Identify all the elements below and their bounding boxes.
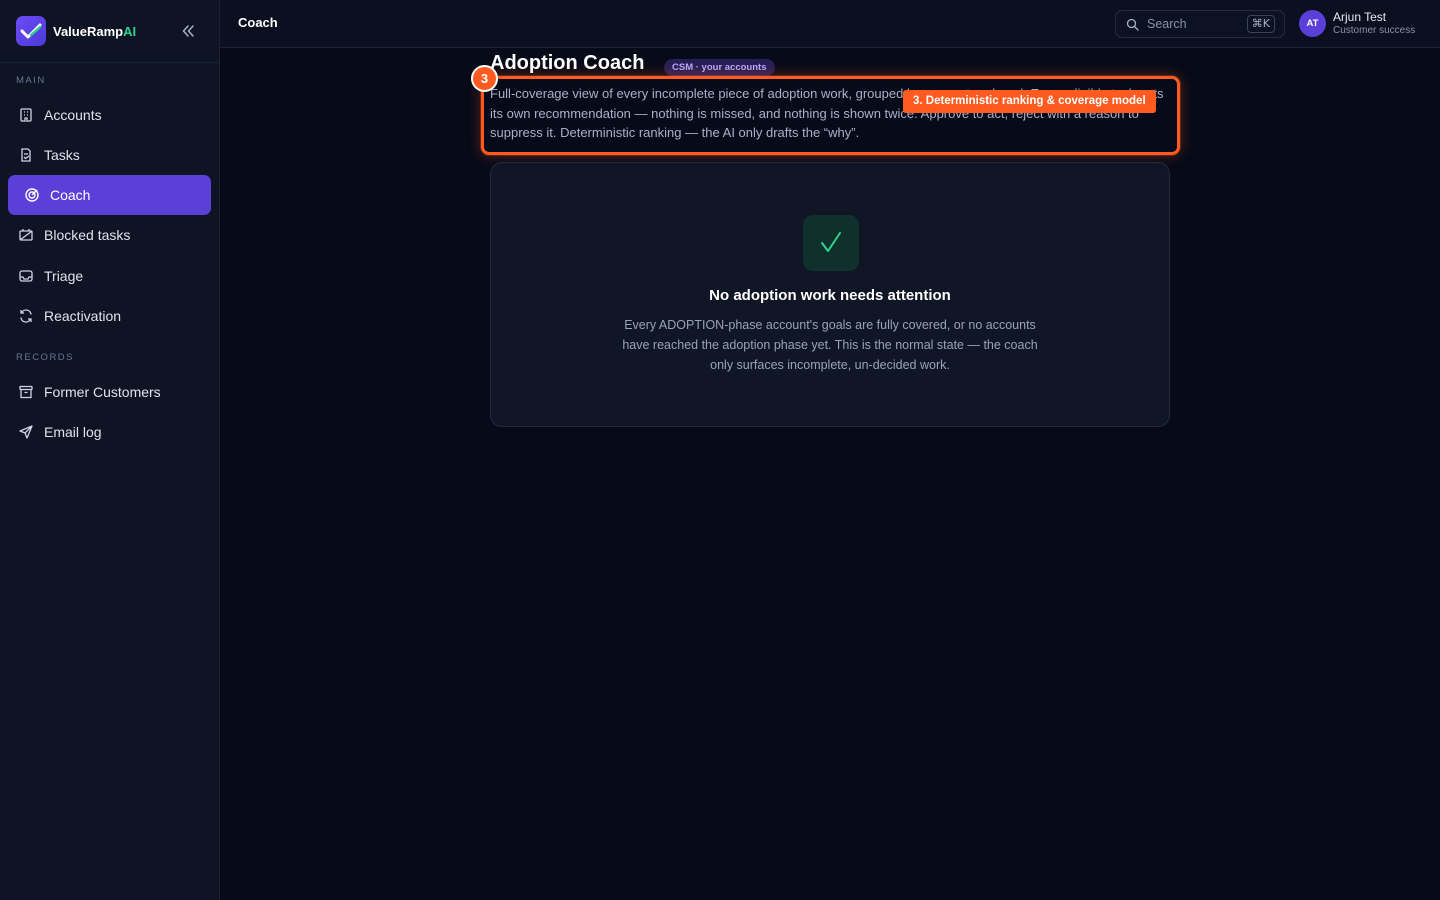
sidebar-item-reactivation[interactable]: Reactivation xyxy=(8,297,211,335)
sidebar-item-label: Former Customers xyxy=(44,384,161,400)
sidebar-item-label: Email log xyxy=(44,424,102,440)
sidebar-item-blocked-tasks[interactable]: Blocked tasks xyxy=(8,216,211,254)
empty-state-title: No adoption work needs attention xyxy=(709,287,951,304)
page-title: Adoption Coach xyxy=(490,52,645,74)
avatar[interactable]: AT xyxy=(1299,10,1326,37)
search-input[interactable]: Search ⌘K xyxy=(1115,10,1285,38)
sidebar-item-label: Tasks xyxy=(44,147,80,163)
target-icon xyxy=(24,187,40,203)
user-name[interactable]: Arjun Test xyxy=(1333,10,1386,24)
sidebar-item-triage[interactable]: Triage xyxy=(8,257,211,295)
brand-name-main: ValueRamp xyxy=(53,23,124,39)
brand-name: ValueRampAI xyxy=(53,24,136,39)
search-shortcut: ⌘K xyxy=(1246,15,1275,33)
logo-icon[interactable] xyxy=(16,16,46,46)
annotation-step-marker: 3 xyxy=(471,65,498,92)
sidebar: ValueRampAI MAIN Accounts Tasks Coach Bl… xyxy=(0,0,220,900)
blocked-icon xyxy=(18,227,34,243)
collapse-sidebar-button[interactable] xyxy=(179,22,197,40)
section-label-records: RECORDS xyxy=(16,352,75,363)
search-icon xyxy=(1126,18,1139,31)
building-icon xyxy=(18,107,34,123)
sidebar-item-former-customers[interactable]: Former Customers xyxy=(8,373,211,411)
scope-badge: CSM · your accounts xyxy=(664,59,775,76)
inbox-icon xyxy=(18,268,34,284)
send-icon xyxy=(18,424,34,440)
sidebar-item-coach[interactable]: Coach xyxy=(8,175,211,215)
empty-state-body: Every ADOPTION-phase account's goals are… xyxy=(622,318,1038,372)
section-label-main: MAIN xyxy=(16,75,46,86)
search-placeholder: Search xyxy=(1147,17,1187,31)
check-icon xyxy=(803,215,859,271)
refresh-icon xyxy=(18,308,34,324)
sidebar-item-tasks[interactable]: Tasks xyxy=(8,136,211,174)
sidebar-item-label: Accounts xyxy=(44,107,102,123)
sidebar-item-email-log[interactable]: Email log xyxy=(8,413,211,451)
sidebar-item-label: Reactivation xyxy=(44,308,122,324)
sidebar-item-label: Coach xyxy=(50,187,91,203)
sidebar-item-accounts[interactable]: Accounts xyxy=(8,96,211,134)
chevrons-left-icon xyxy=(182,25,194,37)
user-role: Customer success xyxy=(1333,25,1416,36)
brand: ValueRampAI xyxy=(0,0,219,63)
breadcrumb: Coach xyxy=(238,15,278,30)
topbar: Coach Search ⌘K AT Arjun Test Customer s… xyxy=(220,0,1440,48)
brand-name-accent: AI xyxy=(123,23,137,39)
annotation-label: 3. Deterministic ranking & coverage mode… xyxy=(903,90,1156,113)
task-icon xyxy=(18,147,34,163)
sidebar-item-label: Triage xyxy=(44,268,84,284)
empty-state-card: No adoption work needs attention Every A… xyxy=(490,162,1170,427)
sidebar-item-label: Blocked tasks xyxy=(44,227,131,243)
archive-icon xyxy=(18,384,34,400)
